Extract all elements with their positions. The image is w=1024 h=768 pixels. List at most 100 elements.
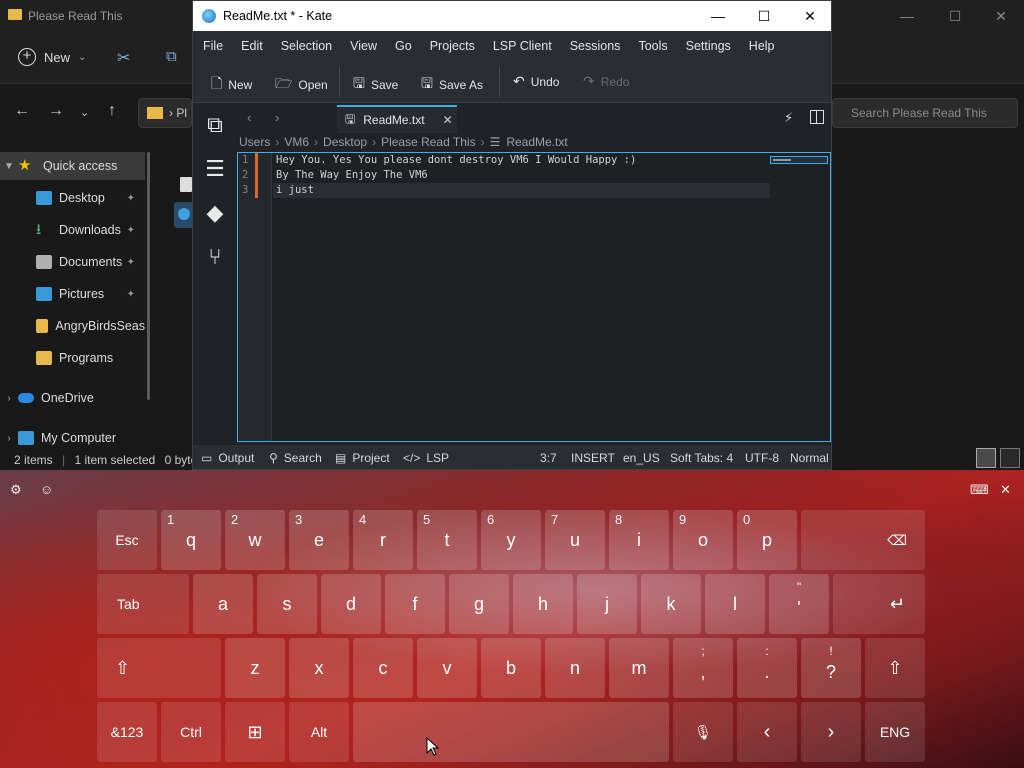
tab-readme[interactable]: 🖫 ReadMe.txt ✕ — [337, 105, 457, 133]
key-b[interactable]: b — [481, 638, 541, 698]
open-button[interactable]: 🗁 Open — [275, 73, 328, 97]
tiles-view-button[interactable] — [1000, 448, 1020, 468]
output-panel-button[interactable]: ▭ Output — [201, 451, 254, 465]
key-r[interactable]: 4r — [353, 510, 413, 570]
menu-file[interactable]: File — [203, 39, 223, 53]
menu-tools[interactable]: Tools — [638, 39, 667, 53]
key-n[interactable]: n — [545, 638, 605, 698]
text-editor[interactable]: 1 2 3 Hey You. Yes You please dont destr… — [237, 152, 831, 442]
documents-panel-icon[interactable]: ⧉ — [201, 111, 229, 139]
breadcrumb-users[interactable]: Users — [239, 135, 270, 149]
explorer-maximize-button[interactable]: ☐ — [932, 0, 978, 32]
nav-pane-scrollbar[interactable] — [147, 152, 150, 400]
key-w[interactable]: 2w — [225, 510, 285, 570]
lsp-panel-button[interactable]: </> LSP — [403, 451, 449, 465]
key-backspace[interactable]: ⌫ — [801, 510, 925, 570]
settings-icon[interactable]: ⚙ — [10, 482, 22, 498]
key-shift-right[interactable]: ⇧ — [865, 638, 925, 698]
key-j[interactable]: j — [577, 574, 637, 634]
project-panel-button[interactable]: ▤ Project — [335, 451, 390, 465]
code-line[interactable]: By The Way Enjoy The VM6 — [276, 168, 636, 183]
up-arrow-icon[interactable]: ↑ — [108, 102, 116, 120]
key-c[interactable]: c — [353, 638, 413, 698]
key-alt[interactable]: Alt — [289, 702, 349, 762]
key-quote[interactable]: " ' — [769, 574, 829, 634]
menu-view[interactable]: View — [350, 39, 377, 53]
menu-lsp-client[interactable]: LSP Client — [493, 39, 552, 53]
key-h[interactable]: h — [513, 574, 573, 634]
key-a[interactable]: a — [193, 574, 253, 634]
symbols-panel-icon[interactable]: ☰ — [201, 155, 229, 183]
key-o[interactable]: 9o — [673, 510, 733, 570]
breadcrumb-desktop[interactable]: Desktop — [323, 135, 367, 149]
key-microphone[interactable]: 🎙 — [673, 702, 733, 762]
key-x[interactable]: x — [289, 638, 349, 698]
key-right-arrow[interactable]: › — [801, 702, 861, 762]
split-view-icon[interactable] — [810, 110, 824, 124]
tab-forward-icon[interactable]: › — [275, 110, 279, 125]
menu-help[interactable]: Help — [749, 39, 775, 53]
key-l[interactable]: l — [705, 574, 765, 634]
emoji-icon[interactable]: ☺ — [40, 482, 53, 497]
breadcrumb-file[interactable]: ReadMe.txt — [506, 135, 567, 149]
nav-item-desktop[interactable]: Desktop ✦ — [0, 184, 145, 212]
nav-item-pictures[interactable]: Pictures ✦ — [0, 280, 145, 308]
key-tab[interactable]: Tab — [97, 574, 189, 634]
keyboard-layout-icon[interactable]: ⌨ — [970, 482, 989, 498]
key-m[interactable]: m — [609, 638, 669, 698]
key-windows[interactable]: ⊞ — [225, 702, 285, 762]
breadcrumb-vm6[interactable]: VM6 — [284, 135, 309, 149]
key-y[interactable]: 6y — [481, 510, 541, 570]
undo-button[interactable]: ↶ Undo — [513, 73, 559, 90]
save-as-button[interactable]: 🖫 Save As — [421, 73, 483, 97]
key-ctrl[interactable]: Ctrl — [161, 702, 221, 762]
save-button[interactable]: 🖫 Save — [353, 73, 398, 97]
nav-item-angrybirdsseas[interactable]: AngryBirdsSeas — [0, 312, 145, 340]
tab-close-icon[interactable]: ✕ — [443, 113, 453, 127]
minimap[interactable] — [770, 156, 828, 164]
key-p[interactable]: 0p — [737, 510, 797, 570]
chevron-right-icon[interactable]: › — [0, 433, 18, 444]
key-k[interactable]: k — [641, 574, 701, 634]
key-language[interactable]: ENG — [865, 702, 925, 762]
indentation-setting[interactable]: Soft Tabs: 4 — [670, 451, 733, 465]
menu-settings[interactable]: Settings — [686, 39, 731, 53]
search-panel-button[interactable]: ⚲ Search — [269, 451, 322, 465]
forward-arrow-icon[interactable]: → — [48, 102, 64, 120]
nav-onedrive[interactable]: › OneDrive — [0, 384, 145, 412]
kate-file-icon[interactable] — [174, 202, 194, 228]
key-f[interactable]: f — [385, 574, 445, 634]
menu-projects[interactable]: Projects — [430, 39, 475, 53]
key-period[interactable]: :. — [737, 638, 797, 698]
quick-open-icon[interactable]: ⚡ — [784, 110, 793, 126]
nav-quick-access[interactable]: ▼ ★ Quick access — [0, 152, 145, 180]
address-bar[interactable]: › Pl — [138, 98, 192, 128]
key-u[interactable]: 7u — [545, 510, 605, 570]
key-space[interactable] — [353, 702, 669, 762]
nav-item-documents[interactable]: Documents ✦ — [0, 248, 145, 276]
edit-mode[interactable]: INSERT — [571, 451, 615, 465]
key-question[interactable]: !? — [801, 638, 861, 698]
key-symbols[interactable]: &123 — [97, 702, 157, 762]
kate-maximize-button[interactable]: ☐ — [741, 1, 787, 31]
kate-close-button[interactable]: ✕ — [787, 1, 833, 31]
chevron-right-icon[interactable]: › — [0, 393, 18, 404]
close-keyboard-icon[interactable]: ✕ — [1000, 482, 1011, 498]
projects-panel-icon[interactable]: ⑂ — [201, 243, 229, 271]
key-s[interactable]: s — [257, 574, 317, 634]
code-line[interactable]: Hey You. Yes You please dont destroy VM6… — [276, 153, 636, 168]
recent-locations-icon[interactable]: ⌄ — [80, 106, 89, 119]
cut-icon[interactable]: ✂ — [117, 48, 130, 68]
key-left-arrow[interactable]: ‹ — [737, 702, 797, 762]
encoding[interactable]: UTF-8 — [745, 451, 779, 465]
key-t[interactable]: 5t — [417, 510, 477, 570]
nav-my-computer[interactable]: › My Computer — [0, 424, 145, 452]
git-panel-icon[interactable]: ◆ — [201, 199, 229, 227]
kate-minimize-button[interactable]: — — [695, 1, 741, 31]
redo-button[interactable]: ↷ Redo — [583, 73, 629, 90]
nav-item-downloads[interactable]: ⭳ Downloads ✦ — [0, 216, 145, 244]
details-view-button[interactable] — [976, 448, 996, 468]
copy-icon[interactable]: ⧉ — [166, 48, 177, 65]
key-g[interactable]: g — [449, 574, 509, 634]
key-e[interactable]: 3e — [289, 510, 349, 570]
